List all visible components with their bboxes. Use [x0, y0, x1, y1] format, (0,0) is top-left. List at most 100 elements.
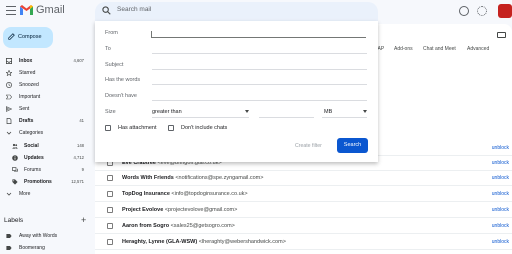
advanced-search-panel: From To Subject Has the words Doesn't ha…	[95, 21, 378, 162]
star-icon	[6, 70, 12, 76]
people-icon	[12, 143, 18, 149]
app-name: Gmail	[36, 4, 65, 16]
unblock-link[interactable]: unblock	[492, 160, 509, 166]
sidebar-item-label: Forums	[24, 167, 41, 173]
size-value-field[interactable]	[259, 117, 314, 118]
has-attachment-checkbox[interactable]	[105, 125, 111, 131]
sender-entry: Heraghty, Lynne (GLA-WSW) <lheraghty@web…	[122, 239, 286, 245]
sidebar-item-count: 41	[79, 118, 84, 123]
row-checkbox[interactable]	[107, 207, 113, 213]
gmail-logo-icon[interactable]	[20, 5, 33, 15]
sidebar-item-drafts[interactable]: Drafts 41	[0, 115, 90, 127]
label-icon	[6, 246, 12, 250]
sidebar-item-label: Social	[24, 143, 39, 149]
unblock-link[interactable]: unblock	[492, 207, 509, 213]
labels-heading: Labels	[4, 217, 24, 224]
sender-email: <lheraghty@webershandwick.com>	[198, 239, 286, 245]
info-icon	[12, 155, 18, 161]
size-operator-select[interactable]: greater than	[152, 108, 249, 118]
has-words-label: Has the words	[105, 77, 141, 83]
from-field[interactable]	[151, 31, 366, 38]
keyboard-icon[interactable]	[497, 32, 506, 38]
account-avatar[interactable]	[498, 4, 512, 18]
sender-entry: Aaron from Sogro <sales25@getsogro.com>	[122, 223, 235, 229]
chevron-down-icon	[6, 131, 12, 135]
sidebar-item-count: 4,712	[73, 155, 84, 160]
clock-icon	[6, 82, 12, 88]
sidebar-item-starred[interactable]: Starred	[0, 67, 90, 79]
unblock-link[interactable]: unblock	[492, 175, 509, 181]
help-icon[interactable]	[459, 6, 469, 16]
search-button[interactable]: Search	[337, 138, 368, 153]
sidebar-item-inbox[interactable]: Inbox 4,607	[0, 55, 90, 67]
unblock-link[interactable]: unblock	[492, 239, 509, 245]
label-icon	[6, 234, 12, 238]
sidebar-item-promotions[interactable]: Promotions 12,571	[0, 176, 90, 188]
sidebar-item-social[interactable]: Social 148	[0, 140, 90, 152]
table-row[interactable]: TopDog Insurance <info@topdoginsurance.c…	[95, 187, 512, 202]
size-unit-select[interactable]: MB	[322, 108, 367, 118]
sidebar-item-label: Inbox	[19, 58, 33, 64]
from-label: From	[105, 30, 118, 36]
pencil-icon	[8, 33, 15, 40]
unblock-link[interactable]: unblock	[492, 191, 509, 197]
row-checkbox[interactable]	[107, 175, 113, 181]
table-row[interactable]: Project Evolove <projectevolove@gmail.co…	[95, 203, 512, 218]
unblock-link[interactable]: unblock	[492, 223, 509, 229]
tab-advanced[interactable]: Advanced	[467, 46, 489, 52]
table-row[interactable]: Aaron from Sogro <sales25@getsogro.com> …	[95, 219, 512, 234]
compose-label: Compose	[18, 34, 42, 40]
sidebar-item-sent[interactable]: Sent	[0, 103, 90, 115]
draft-icon	[6, 118, 12, 124]
sidebar-item-count: 148	[77, 143, 84, 148]
dropdown-caret-icon	[363, 110, 367, 113]
unblock-link[interactable]: unblock	[492, 145, 509, 151]
sidebar-item-updates[interactable]: Updates 4,712	[0, 152, 90, 164]
row-checkbox[interactable]	[107, 223, 113, 229]
sidebar-item-label: Drafts	[19, 118, 34, 124]
has-words-field[interactable]	[152, 84, 367, 85]
tab-add-ons[interactable]: Add-ons	[394, 46, 413, 52]
to-field[interactable]	[152, 53, 367, 54]
sidebar-item-label: Away with Words	[19, 233, 58, 239]
table-row[interactable]: Words With Friends <notifications@spe.zy…	[95, 171, 512, 186]
exclude-chats-checkbox[interactable]	[168, 125, 174, 131]
sender-entry: Words With Friends <notifications@spe.zy…	[122, 175, 263, 181]
dropdown-caret-icon	[245, 110, 249, 113]
table-row[interactable]: Heraghty, Lynne (GLA-WSW) <lheraghty@web…	[95, 235, 512, 250]
sidebar-item-label: Updates	[24, 155, 44, 161]
row-checkbox[interactable]	[107, 191, 113, 197]
sidebar-label-boomerang[interactable]: Boomerang	[0, 242, 90, 254]
sender-name: Project Evolove	[122, 207, 164, 213]
sidebar-item-label: Sent	[19, 106, 30, 112]
search-icon[interactable]	[102, 6, 111, 15]
send-icon	[6, 106, 12, 112]
subject-field[interactable]	[152, 69, 367, 70]
to-label: To	[105, 46, 111, 52]
settings-gear-icon[interactable]	[477, 6, 487, 16]
sender-name: Words With Friends	[122, 175, 174, 181]
sender-entry: TopDog Insurance <info@topdoginsurance.c…	[122, 191, 248, 197]
search-input[interactable]: Search mail	[117, 6, 151, 13]
sidebar-item-more[interactable]: More	[0, 188, 90, 200]
sidebar-item-label: Boomerang	[19, 245, 45, 251]
sidebar-label-away-with-words[interactable]: Away with Words	[0, 230, 90, 242]
sender-entry: Project Evolove <projectevolove@gmail.co…	[122, 207, 237, 213]
create-filter-button[interactable]: Create filter	[295, 143, 322, 149]
main-menu-icon[interactable]	[6, 6, 16, 16]
sidebar-item-forums[interactable]: Forums 9	[0, 164, 90, 176]
doesnt-have-field[interactable]	[152, 100, 367, 101]
sender-name: Heraghty, Lynne (GLA-WSW)	[122, 239, 198, 245]
sidebar-item-categories[interactable]: Categories	[0, 127, 90, 139]
tab-chat-and-meet[interactable]: Chat and Meet	[423, 46, 456, 52]
row-checkbox[interactable]	[107, 239, 113, 245]
sidebar-item-important[interactable]: Important	[0, 91, 90, 103]
subject-label: Subject	[105, 62, 124, 68]
sidebar-item-count: 9	[81, 167, 84, 172]
sidebar-item-count: 4,607	[73, 58, 84, 63]
size-operator-value: greater than	[152, 109, 182, 115]
has-attachment-label: Has attachment	[118, 125, 157, 131]
sidebar-item-snoozed[interactable]: Snoozed	[0, 79, 90, 91]
sidebar-item-count: 12,571	[71, 179, 84, 184]
add-label-icon[interactable]: +	[81, 215, 86, 225]
